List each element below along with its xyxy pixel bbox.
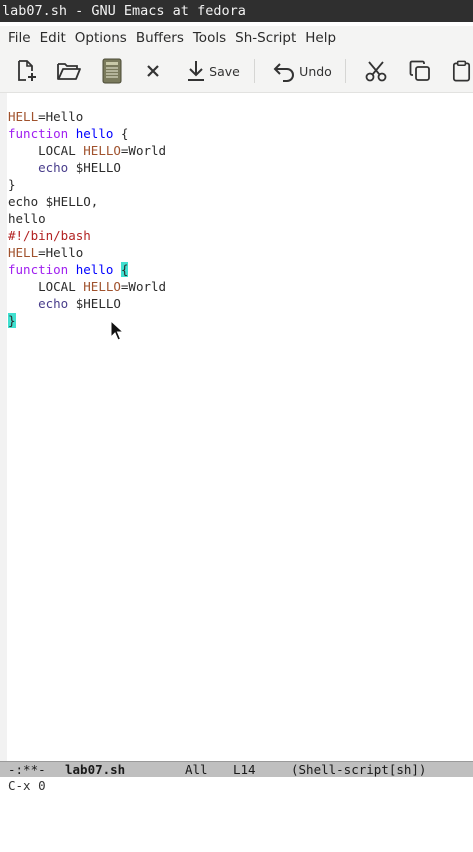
code-line: LOCAL HELLO=World [8, 279, 167, 294]
save-button[interactable]: Save [184, 56, 242, 86]
modeline-line: L14 [233, 762, 256, 777]
code-line: hello [8, 211, 46, 226]
download-arrow-icon [188, 61, 205, 81]
code-line: echo $HELLO [38, 296, 121, 311]
toolbar-separator [345, 59, 346, 83]
paste-icon [452, 60, 471, 82]
menu-tools[interactable]: Tools [193, 30, 226, 46]
menu-sh-script[interactable]: Sh-Script [235, 30, 296, 46]
menu-edit[interactable]: Edit [40, 30, 66, 46]
minibuffer[interactable]: C-x 0 [0, 777, 473, 795]
menu-buffers[interactable]: Buffers [136, 30, 184, 46]
menu-bar: File Edit Options Buffers Tools Sh-Scrip… [0, 26, 473, 50]
code-line: HELL=Hello [8, 109, 84, 124]
cut-button[interactable] [362, 56, 390, 86]
save-disk-icon [102, 58, 122, 84]
code-line: echo $HELLO, [8, 194, 99, 209]
menu-help[interactable]: Help [305, 30, 336, 46]
code-line: function hello { [8, 262, 129, 277]
copy-icon [409, 60, 430, 81]
modeline-major-mode[interactable]: (Shell-script[sh]) [291, 762, 426, 777]
code-line: function hello { [8, 126, 129, 141]
modeline-status: -:**- [8, 762, 46, 777]
editor-buffer[interactable]: HELL=Hello function hello { LOCAL HELLO=… [8, 108, 470, 329]
mode-line[interactable]: -:**- lab07.sh All L14 (Shell-script[sh]… [0, 761, 473, 777]
save-buffer-button[interactable] [98, 56, 126, 86]
new-file-button[interactable] [12, 56, 40, 86]
menu-file[interactable]: File [8, 30, 31, 46]
close-buffer-button[interactable] [140, 56, 166, 86]
code-line: HELL=Hello [8, 245, 84, 260]
code-line: #!/bin/bash [8, 228, 91, 243]
undo-arrow-icon [273, 63, 295, 82]
close-icon [147, 65, 159, 77]
modeline-position: All [185, 762, 208, 777]
toolbar-separator [254, 59, 255, 83]
copy-button[interactable] [406, 56, 434, 86]
save-label: Save [209, 63, 240, 79]
code-line: LOCAL HELLO=World [8, 143, 167, 158]
undo-button[interactable]: Undo [270, 56, 334, 86]
toolbar: Save Undo [0, 50, 473, 93]
open-folder-icon [57, 63, 81, 80]
code-line: } [8, 177, 16, 192]
paste-button[interactable] [450, 56, 473, 86]
new-file-icon [18, 60, 36, 81]
modeline-buffer-name[interactable]: lab07.sh [65, 762, 125, 777]
undo-label: Undo [299, 63, 332, 79]
left-fringe [0, 93, 7, 761]
mouse-pointer-icon [110, 320, 124, 341]
open-file-button[interactable] [55, 56, 83, 86]
menu-options[interactable]: Options [75, 30, 127, 46]
window-title: lab07.sh - GNU Emacs at fedora [0, 0, 473, 22]
code-line: } [8, 313, 16, 328]
code-line: echo $HELLO [38, 160, 121, 175]
scissors-icon [365, 61, 387, 82]
